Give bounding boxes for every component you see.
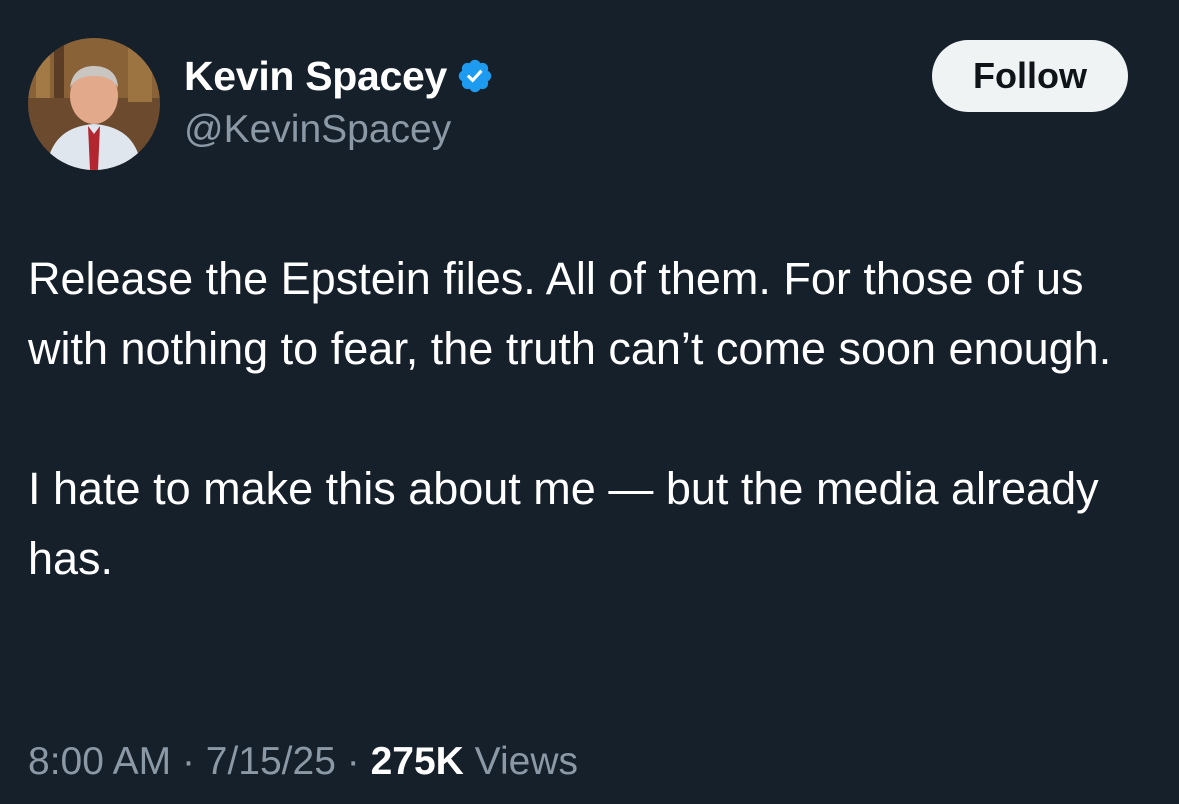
meta-separator: · bbox=[181, 740, 195, 783]
tweet-time[interactable]: 8:00 AM bbox=[28, 740, 171, 783]
author-display-name[interactable]: Kevin Spacey bbox=[184, 53, 447, 100]
avatar-photo-icon bbox=[28, 38, 160, 170]
verified-badge-icon bbox=[456, 57, 494, 95]
avatar[interactable] bbox=[28, 38, 160, 170]
tweet-text: Release the Epstein files. All of them. … bbox=[28, 244, 1158, 594]
tweet-paragraph: Release the Epstein files. All of them. … bbox=[28, 253, 1112, 374]
views-label: Views bbox=[474, 740, 578, 783]
author-handle[interactable]: @KevinSpacey bbox=[184, 108, 451, 152]
tweet-card: Kevin Spacey @KevinSpacey Follow Release… bbox=[0, 0, 1179, 804]
tweet-date[interactable]: 7/15/25 bbox=[206, 740, 336, 783]
author-name-row: Kevin Spacey bbox=[184, 50, 494, 102]
meta-separator: · bbox=[346, 740, 360, 783]
views-count: 275K bbox=[370, 740, 464, 783]
follow-button[interactable]: Follow bbox=[932, 40, 1128, 112]
tweet-paragraph: I hate to make this about me — but the m… bbox=[28, 463, 1099, 584]
tweet-meta: 8:00 AM · 7/15/25 · 275K Views bbox=[28, 740, 578, 784]
